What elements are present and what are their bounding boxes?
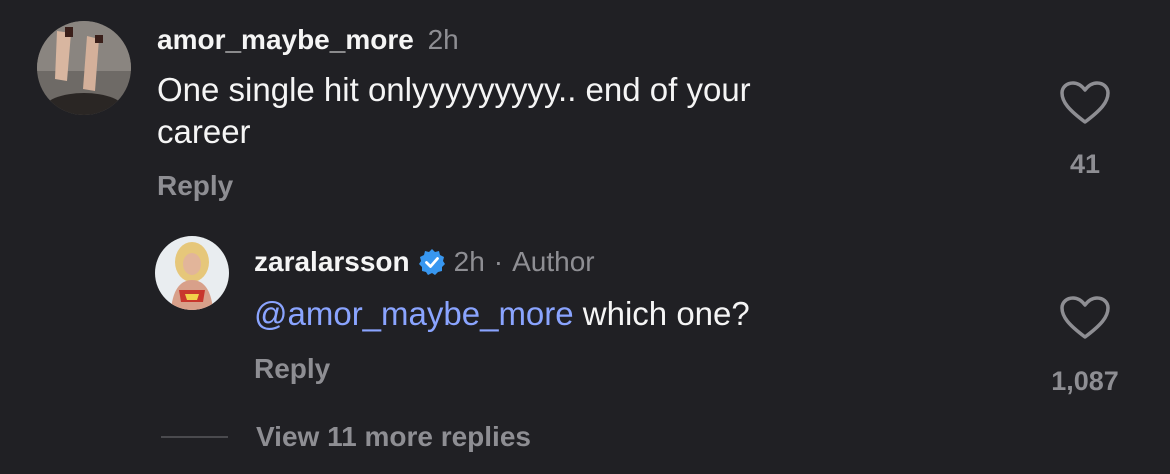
comment-text: One single hit onlyyyyyyyyy.. end of you…	[157, 69, 751, 153]
reply-button[interactable]: Reply	[254, 353, 330, 385]
view-more-divider	[161, 436, 228, 438]
comment-text-line: One single hit onlyyyyyyyyy.. end of you…	[157, 71, 751, 108]
mention-link[interactable]: @amor_maybe_more	[254, 295, 574, 332]
reply-username[interactable]: zaralarsson	[254, 246, 410, 278]
comment-username[interactable]: amor_maybe_more	[157, 24, 414, 55]
like-group: 41	[1040, 80, 1130, 180]
comment-time: 2h	[427, 24, 459, 55]
reply-text: @amor_maybe_more which one?	[254, 293, 750, 335]
like-count: 1,087	[1051, 366, 1119, 396]
like-group: 1,087	[1040, 295, 1130, 397]
avatar[interactable]	[37, 21, 131, 115]
like-count: 41	[1069, 149, 1101, 179]
author-label: Author	[512, 246, 595, 277]
reply-button[interactable]: Reply	[157, 170, 233, 202]
avatar[interactable]	[155, 236, 229, 310]
view-more-replies-button[interactable]: View 11 more replies	[256, 421, 531, 453]
comment-text-line: career	[157, 113, 251, 150]
meta-separator: ·	[493, 246, 504, 277]
reply-header: zaralarsson 2h · Author	[254, 246, 595, 278]
verified-badge-icon	[418, 248, 446, 276]
reply-time: 2h	[453, 246, 485, 277]
heart-icon[interactable]	[1059, 80, 1111, 131]
comment-header: amor_maybe_more 2h	[157, 24, 459, 56]
heart-icon[interactable]	[1059, 295, 1111, 346]
reply-text-body: which one?	[573, 295, 750, 332]
